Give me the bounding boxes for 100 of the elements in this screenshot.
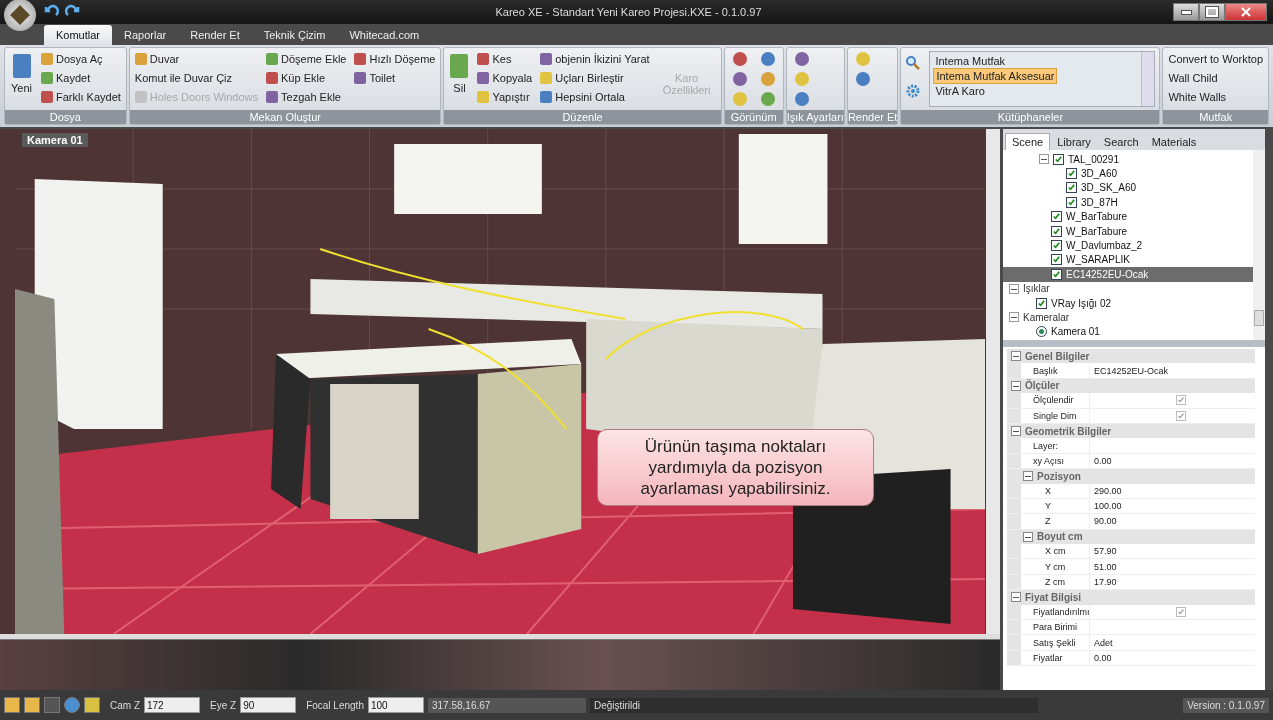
checkbox[interactable] xyxy=(1036,297,1047,309)
collapse-icon[interactable] xyxy=(1011,380,1021,391)
tree-item[interactable]: VRay Işığı 02 xyxy=(1003,295,1253,311)
ribbon-button[interactable]: Kes xyxy=(476,50,534,67)
maximize-button[interactable] xyxy=(1199,3,1225,21)
tree-item[interactable]: TAL_00291 xyxy=(1003,152,1253,167)
ribbon-button[interactable]: Komut ile Duvar Çiz xyxy=(133,69,260,86)
checkbox[interactable] xyxy=(1066,196,1077,208)
toolbar-icon[interactable] xyxy=(855,72,870,86)
ribbon-button[interactable]: Küp Ekle xyxy=(265,69,348,86)
tree-item[interactable]: W_Davlumbaz_2 xyxy=(1003,238,1253,253)
tree-item[interactable]: W_SARAPLIK xyxy=(1003,252,1253,268)
checkbox[interactable] xyxy=(1053,153,1064,165)
panel-tab[interactable]: Materials xyxy=(1145,133,1203,150)
ribbon-button[interactable]: Yapıştır xyxy=(476,88,534,105)
collapse-icon[interactable] xyxy=(1011,592,1021,603)
collapse-icon[interactable] xyxy=(1009,312,1019,323)
minimize-button[interactable] xyxy=(1173,3,1199,21)
tree-item[interactable]: Kameralar xyxy=(1003,310,1253,325)
ribbon-button[interactable]: Hızlı Döşeme xyxy=(353,50,437,67)
ribbon-button[interactable]: Convert to Worktop xyxy=(1167,50,1264,67)
scrollbar[interactable] xyxy=(1253,150,1265,340)
section-header: Ölçüler xyxy=(1025,380,1060,392)
ribbon-button[interactable]: Tezgah Ekle xyxy=(265,88,348,105)
input-field[interactable]: 172 xyxy=(144,697,200,713)
group-label: Görünüm xyxy=(724,110,783,124)
splitter-handle[interactable] xyxy=(1003,340,1265,347)
checkbox[interactable] xyxy=(1176,410,1186,421)
ribbon-button[interactable]: Döşeme Ekle xyxy=(265,50,348,67)
panel-tab[interactable]: Scene xyxy=(1005,133,1051,150)
ribbon-button[interactable]: objenin İkizini Yarat xyxy=(539,50,651,67)
ribbon-tab[interactable]: Teknik Çizim xyxy=(251,25,338,45)
checkbox[interactable] xyxy=(1051,211,1062,223)
group-label: Dosya xyxy=(5,110,126,124)
ribbon-button[interactable]: White Walls xyxy=(1167,88,1264,105)
library-item[interactable]: Intema Mutfak xyxy=(933,54,1034,68)
coordinates-text: 317.58,16.67 xyxy=(427,697,586,713)
tree-item[interactable]: EC14252EU-Ocak xyxy=(1003,267,1253,282)
search-icon[interactable] xyxy=(905,55,922,71)
toolbar-icon[interactable] xyxy=(794,92,809,106)
tree-item[interactable]: 3D_A60 xyxy=(1003,166,1253,181)
ribbon-button[interactable]: Kaydet xyxy=(40,69,122,86)
scrollbar[interactable] xyxy=(1141,52,1155,106)
close-button[interactable] xyxy=(1225,3,1267,21)
property-label: Layer: xyxy=(1032,439,1059,453)
tree-item[interactable]: W_BarTabure xyxy=(1003,223,1253,239)
tree-item[interactable]: W_BarTabure xyxy=(1003,209,1253,224)
panel-tab[interactable]: Library xyxy=(1051,133,1097,150)
ribbon-button[interactable]: Yeni xyxy=(9,50,34,98)
checkbox[interactable] xyxy=(1066,168,1077,180)
checkbox[interactable] xyxy=(1176,606,1186,617)
checkbox[interactable] xyxy=(1051,254,1062,266)
property-label: Single Dim xyxy=(1032,409,1078,423)
checkbox[interactable] xyxy=(1066,182,1077,194)
toolbar-icon[interactable] xyxy=(732,52,747,66)
scrollbar[interactable] xyxy=(0,634,1000,639)
panel-tab[interactable]: Search xyxy=(1097,133,1145,150)
ribbon-button[interactable]: Sil xyxy=(448,50,471,98)
collapse-icon[interactable] xyxy=(1023,531,1033,542)
property-value: 51.00 xyxy=(1094,561,1117,572)
ribbon-button[interactable]: Toilet xyxy=(353,69,437,86)
collapse-icon[interactable] xyxy=(1039,154,1049,165)
scrollbar[interactable] xyxy=(986,129,1000,634)
ribbon-tab[interactable]: Whitecad.com xyxy=(337,25,432,45)
property-label: X xyxy=(1044,484,1052,498)
ribbon-button[interactable]: Hepsini Ortala xyxy=(539,88,651,105)
ribbon-tab[interactable]: Render Et xyxy=(178,25,252,45)
ribbon-button[interactable]: Duvar xyxy=(133,50,260,67)
toolbar-icon[interactable] xyxy=(732,72,747,86)
tree-item[interactable]: Işıklar xyxy=(1003,281,1253,296)
ribbon-button[interactable]: Wall Child xyxy=(1167,69,1264,86)
collapse-icon[interactable] xyxy=(1009,283,1019,294)
property-value: EC14252EU-Ocak xyxy=(1094,365,1169,376)
input-field[interactable]: 100 xyxy=(367,697,424,713)
collapse-icon[interactable] xyxy=(1011,426,1021,437)
section-header: Fiyat Bilgisi xyxy=(1025,591,1082,603)
toolbar-icon[interactable] xyxy=(794,52,809,66)
ribbon-button[interactable]: Farklı Kaydet xyxy=(40,88,122,105)
collapse-icon[interactable] xyxy=(1023,471,1033,482)
collapse-icon[interactable] xyxy=(1011,351,1021,362)
tree-item[interactable]: 3D_SK_A60 xyxy=(1003,180,1253,196)
ribbon-button[interactable]: Uçları Birleştir xyxy=(539,69,651,86)
app-menu-button[interactable] xyxy=(4,0,36,31)
ribbon-tab[interactable]: Komutlar xyxy=(44,25,113,45)
library-item[interactable]: Intema Mutfak Aksesuar xyxy=(933,68,1058,84)
tree-item[interactable]: 3D_87H xyxy=(1003,195,1253,210)
ribbon-button[interactable]: Kopyala xyxy=(476,69,534,86)
toolbar-icon[interactable] xyxy=(760,52,775,66)
input-field[interactable]: 90 xyxy=(240,697,297,713)
checkbox[interactable] xyxy=(1051,240,1062,252)
checkbox[interactable] xyxy=(1051,225,1062,237)
ribbon-tab[interactable]: Raporlar xyxy=(112,25,179,45)
tree-item[interactable]: Kamera 01 xyxy=(1003,324,1253,340)
ribbon-button[interactable]: Dosya Aç xyxy=(40,50,122,67)
library-item[interactable]: VitrA Karo xyxy=(933,84,1034,98)
checkbox[interactable] xyxy=(1051,268,1062,280)
checkbox[interactable] xyxy=(1176,395,1186,406)
property-label: Satış Şekli xyxy=(1032,636,1077,650)
property-value: Adet xyxy=(1094,637,1113,648)
property-label: Y cm xyxy=(1044,560,1067,574)
